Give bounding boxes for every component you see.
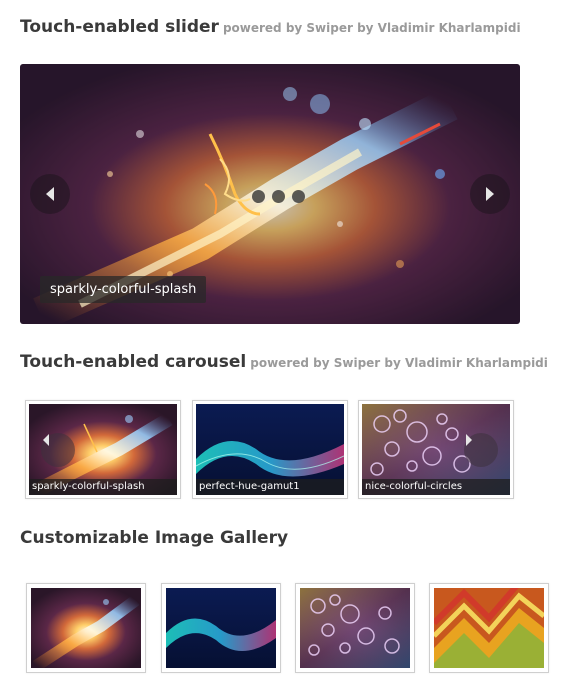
- chevron-right-icon: [486, 187, 494, 201]
- gallery-thumb[interactable]: [161, 583, 281, 673]
- slider-caption: sparkly-colorful-splash: [40, 276, 207, 303]
- pagination-dot[interactable]: [292, 190, 305, 203]
- chevron-left-icon: [46, 187, 54, 201]
- carousel-caption: nice-colorful-circles: [362, 479, 510, 495]
- gallery-image: [166, 588, 276, 668]
- gallery-title: Customizable Image Gallery: [20, 528, 289, 548]
- gallery-heading: Customizable Image Gallery: [20, 528, 288, 548]
- slider-next-button[interactable]: [470, 174, 510, 214]
- carousel-title: Touch-enabled carousel: [20, 352, 247, 372]
- carousel-item[interactable]: nice-colorful-circles: [358, 400, 514, 499]
- carousel-caption: perfect-hue-gamut1: [196, 479, 344, 495]
- gallery-thumb[interactable]: [295, 583, 415, 673]
- gallery-image: [31, 588, 141, 668]
- carousel-prev-button[interactable]: [41, 433, 75, 467]
- carousel-caption: sparkly-colorful-splash: [29, 479, 177, 495]
- gallery-thumb[interactable]: [429, 583, 549, 673]
- carousel-item[interactable]: perfect-hue-gamut1: [192, 400, 348, 499]
- slider-heading: Touch-enabled slider powered by Swiper by…: [20, 17, 521, 37]
- slider-powered-by: powered by Swiper by Vladimir Kharlampid…: [222, 21, 521, 35]
- pagination-dot[interactable]: [252, 190, 265, 203]
- chevron-right-icon: [466, 434, 472, 446]
- gallery-thumb[interactable]: [26, 583, 146, 673]
- slider-pagination: [252, 190, 305, 203]
- carousel-next-button[interactable]: [464, 433, 498, 467]
- carousel-powered-by: powered by Swiper by Vladimir Kharlampid…: [250, 356, 548, 370]
- chevron-left-icon: [43, 434, 49, 446]
- carousel-heading: Touch-enabled carousel powered by Swiper …: [20, 352, 548, 372]
- gallery-image: [434, 588, 544, 668]
- slider-prev-button[interactable]: [30, 174, 70, 214]
- image-slider[interactable]: sparkly-colorful-splash: [20, 64, 520, 324]
- pagination-dot[interactable]: [272, 190, 285, 203]
- carousel-item[interactable]: sparkly-colorful-splash: [25, 400, 181, 499]
- gallery-image: [300, 588, 410, 668]
- slider-title: Touch-enabled slider: [20, 17, 219, 37]
